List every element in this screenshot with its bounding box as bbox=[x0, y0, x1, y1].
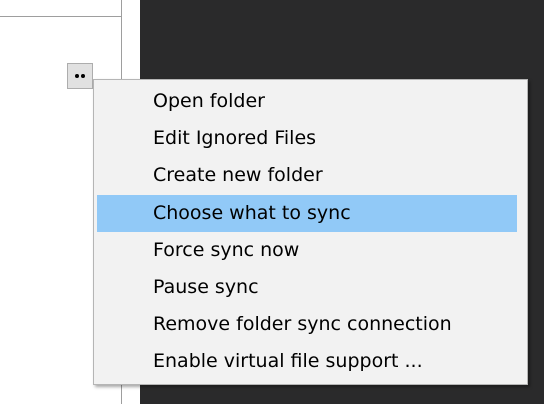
menu-item-create-new-folder[interactable]: Create new folder bbox=[97, 157, 517, 194]
more-options-button[interactable] bbox=[67, 63, 93, 89]
menu-item-enable-virtual-file-support[interactable]: Enable virtual file support ... bbox=[97, 343, 517, 380]
context-menu: Open folder Edit Ignored Files Create ne… bbox=[93, 79, 528, 385]
menu-item-pause-sync[interactable]: Pause sync bbox=[97, 269, 517, 306]
menu-item-edit-ignored-files[interactable]: Edit Ignored Files bbox=[97, 120, 517, 157]
menu-item-open-folder[interactable]: Open folder bbox=[97, 83, 517, 120]
more-dots-icon bbox=[75, 74, 85, 78]
menu-item-force-sync-now[interactable]: Force sync now bbox=[97, 232, 517, 269]
menu-item-remove-folder-sync-connection[interactable]: Remove folder sync connection bbox=[97, 306, 517, 343]
panel-border-top bbox=[0, 16, 122, 17]
menu-item-choose-what-to-sync[interactable]: Choose what to sync bbox=[97, 194, 517, 232]
